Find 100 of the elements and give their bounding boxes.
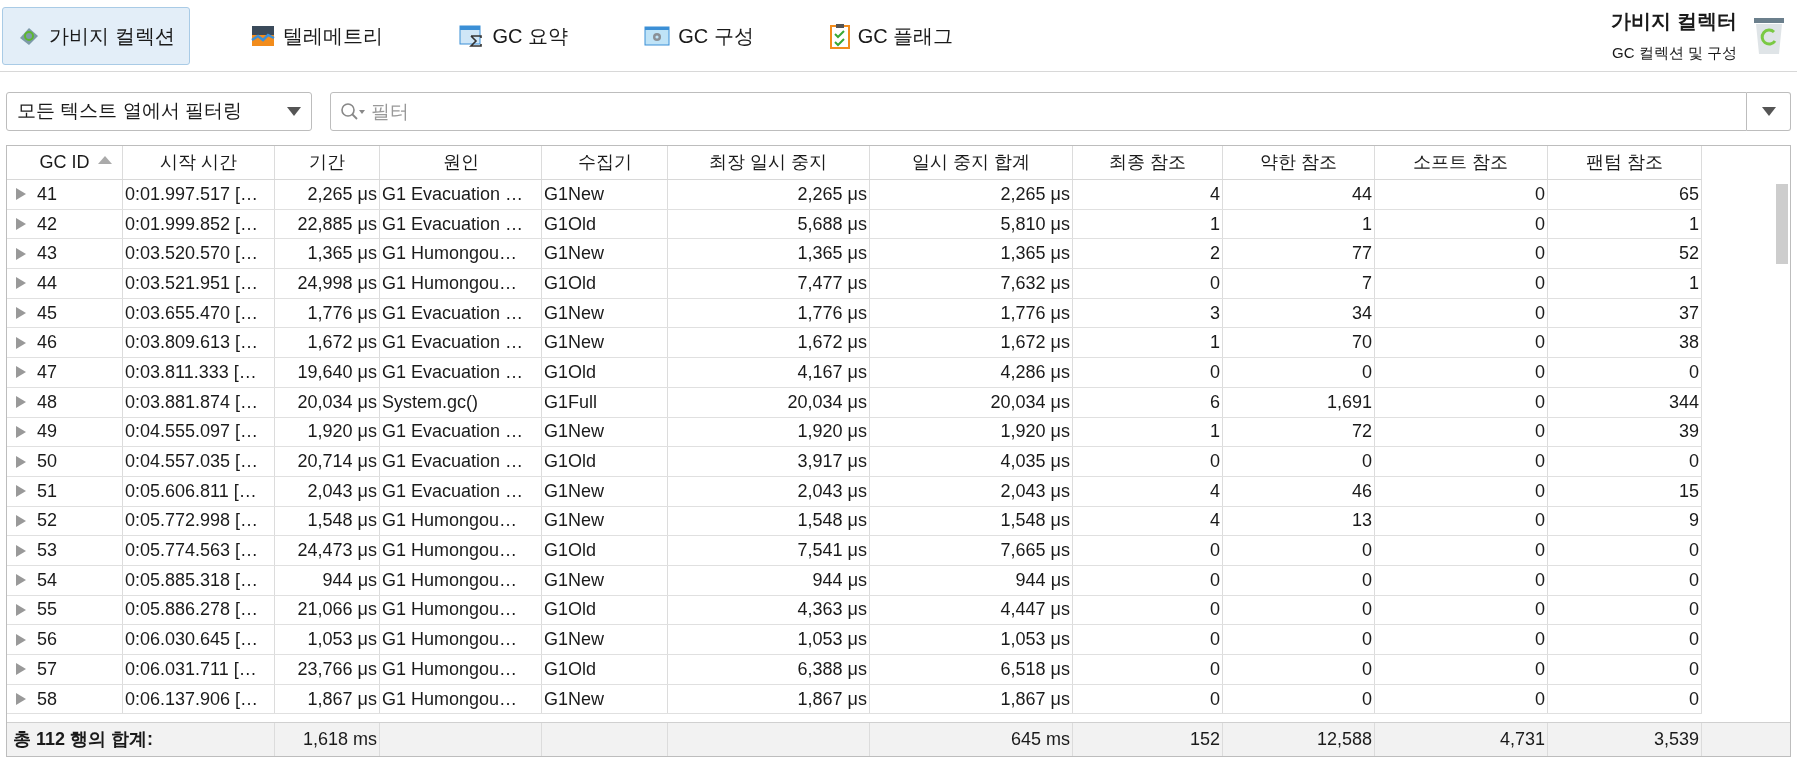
table-cell-text: 1,776 μs [797, 301, 867, 325]
expand-arrow-icon[interactable] [15, 603, 27, 616]
table-cell-text: 0 [1689, 628, 1699, 652]
table-cell-text: 0:04.557.035 [… [125, 450, 259, 474]
table-cell-text: 1,867 μs [1000, 687, 1070, 711]
table-cell-text: 1,691 [1326, 390, 1372, 414]
table-cell-text: 7 [1362, 271, 1372, 295]
expand-arrow-icon[interactable] [15, 663, 27, 676]
expand-arrow-icon[interactable] [15, 396, 27, 409]
column-header[interactable]: 최장 일시 중지 [668, 146, 870, 179]
table-cell-text: 19,640 μs [297, 360, 377, 384]
totals-label: 총 112 행의 합계: [13, 728, 154, 751]
table-cell-text: 0 [1535, 212, 1545, 236]
column-header[interactable]: 원인 [380, 146, 542, 179]
table-cell-text: 0 [1689, 450, 1699, 474]
expand-arrow-icon[interactable] [15, 633, 27, 646]
table-cell-text: 0 [1210, 450, 1220, 474]
table-cell-text: 0 [1535, 331, 1545, 355]
column-header[interactable]: 최종 참조 [1073, 146, 1223, 179]
table-cell-text: G1New [544, 182, 605, 206]
table-cell-text: 56 [37, 628, 58, 652]
column-header[interactable]: 소프트 참조 [1375, 146, 1548, 179]
table-cell-text: 1,776 μs [307, 301, 377, 325]
table-cell-text: 7,632 μs [1000, 271, 1070, 295]
table-cell-text: 1 [1210, 420, 1220, 444]
expand-arrow-icon[interactable] [15, 574, 27, 587]
table-cell-text: 15 [1678, 479, 1699, 503]
table-cell-text: 0:06.137.906 [… [125, 687, 259, 711]
expand-arrow-icon[interactable] [15, 366, 27, 379]
toolbar-tab[interactable]: GC 구성 [629, 6, 769, 65]
expand-arrow-icon[interactable] [15, 425, 27, 438]
expand-arrow-icon[interactable] [15, 514, 27, 527]
table-cell-text: 0 [1689, 598, 1699, 622]
table-cell-text: 344 [1668, 390, 1699, 414]
table-cell-text: 21,066 μs [297, 598, 377, 622]
expand-arrow-icon[interactable] [15, 693, 27, 706]
toolbar-tab[interactable]: 가비지 컬렉션 [2, 6, 190, 65]
toolbar-tab[interactable]: GC 플래그 [814, 6, 969, 65]
table-cell-text: 0 [1210, 628, 1220, 652]
table-cell-text: G1New [544, 301, 605, 325]
table-cell-text: 1,672 μs [797, 331, 867, 355]
table-cell-text: 2,043 μs [1000, 479, 1070, 503]
table-cell-text: G1 Humongou… [382, 242, 518, 266]
table-cell-text: 2,265 μs [1000, 182, 1070, 206]
table-cell-text: G1 Evacuation … [382, 450, 524, 474]
table-cell-text: 0 [1535, 509, 1545, 533]
table-cell-text: G1Full [544, 390, 597, 414]
expand-arrow-icon[interactable] [15, 544, 27, 557]
table-cell-text: 70 [1351, 331, 1372, 355]
table-cell-text: 0 [1210, 568, 1220, 592]
column-header[interactable]: 팬텀 참조 [1548, 146, 1702, 179]
table-cell-text: 51 [37, 479, 58, 503]
column-header[interactable]: 수집기 [542, 146, 668, 179]
table-cell-text: 58 [37, 687, 58, 711]
table-cell-text: 7,665 μs [1000, 539, 1070, 563]
table-cell-text: 52 [37, 509, 58, 533]
column-header[interactable]: 시작 시간 [123, 146, 275, 179]
table-cell-text: G1 Humongou… [382, 509, 518, 533]
expand-arrow-icon[interactable] [15, 307, 27, 320]
table-cell-text: 20,034 μs [990, 390, 1070, 414]
table-cell-text: 45 [37, 301, 58, 325]
table-cell-text: G1 Evacuation … [382, 420, 524, 444]
table-cell-text: 50 [37, 450, 58, 474]
table-cell-text: 0 [1210, 598, 1220, 622]
expand-arrow-icon[interactable] [15, 336, 27, 349]
toolbar-tab[interactable]: 텔레메트리 [235, 6, 398, 65]
table-cell-text: 1,548 μs [307, 509, 377, 533]
table-cell-text: 0 [1535, 687, 1545, 711]
table-cell-text: 0 [1362, 628, 1372, 652]
toolbar-tab[interactable]: GC 요약 [443, 6, 584, 65]
table-cell-text: 0:04.555.097 [… [125, 420, 259, 444]
expand-arrow-icon[interactable] [15, 455, 27, 468]
table-cell-text: 0 [1362, 687, 1372, 711]
expand-arrow-icon[interactable] [15, 188, 27, 201]
table-cell-text: 0 [1535, 479, 1545, 503]
table-cell-text: 1 [1210, 331, 1220, 355]
table-cell-text: 44 [1351, 182, 1372, 206]
expand-arrow-icon[interactable] [15, 485, 27, 498]
table-cell-text: G1 Evacuation … [382, 182, 524, 206]
table-cell-text: 6 [1210, 390, 1220, 414]
table-cell-text: G1New [544, 242, 605, 266]
expand-arrow-icon[interactable] [15, 218, 27, 231]
column-header[interactable]: 일시 중지 합계 [870, 146, 1073, 179]
expand-arrow-icon[interactable] [15, 247, 27, 260]
table-cell-text: 0 [1535, 360, 1545, 384]
filter-scope-dropdown[interactable]: 모든 텍스트 열에서 필터링 [6, 92, 312, 131]
table-cell-text: 0 [1362, 539, 1372, 563]
table-cell-text: System.gc() [382, 390, 478, 414]
table-cell-text: 0 [1535, 598, 1545, 622]
column-header[interactable]: 약한 참조 [1223, 146, 1375, 179]
column-header[interactable]: GC ID [7, 146, 123, 179]
column-header[interactable]: 기간 [275, 146, 380, 179]
table-cell-text: 0 [1210, 360, 1220, 384]
expand-arrow-icon[interactable] [15, 277, 27, 290]
filter-history-button[interactable] [1747, 92, 1791, 131]
filter-field[interactable]: 필터 [330, 92, 1747, 131]
table-cell-text: 4,363 μs [797, 598, 867, 622]
table-cell-text: 0 [1535, 182, 1545, 206]
table-cell-text: 4,035 μs [1000, 450, 1070, 474]
table-cell-text: G1New [544, 687, 605, 711]
